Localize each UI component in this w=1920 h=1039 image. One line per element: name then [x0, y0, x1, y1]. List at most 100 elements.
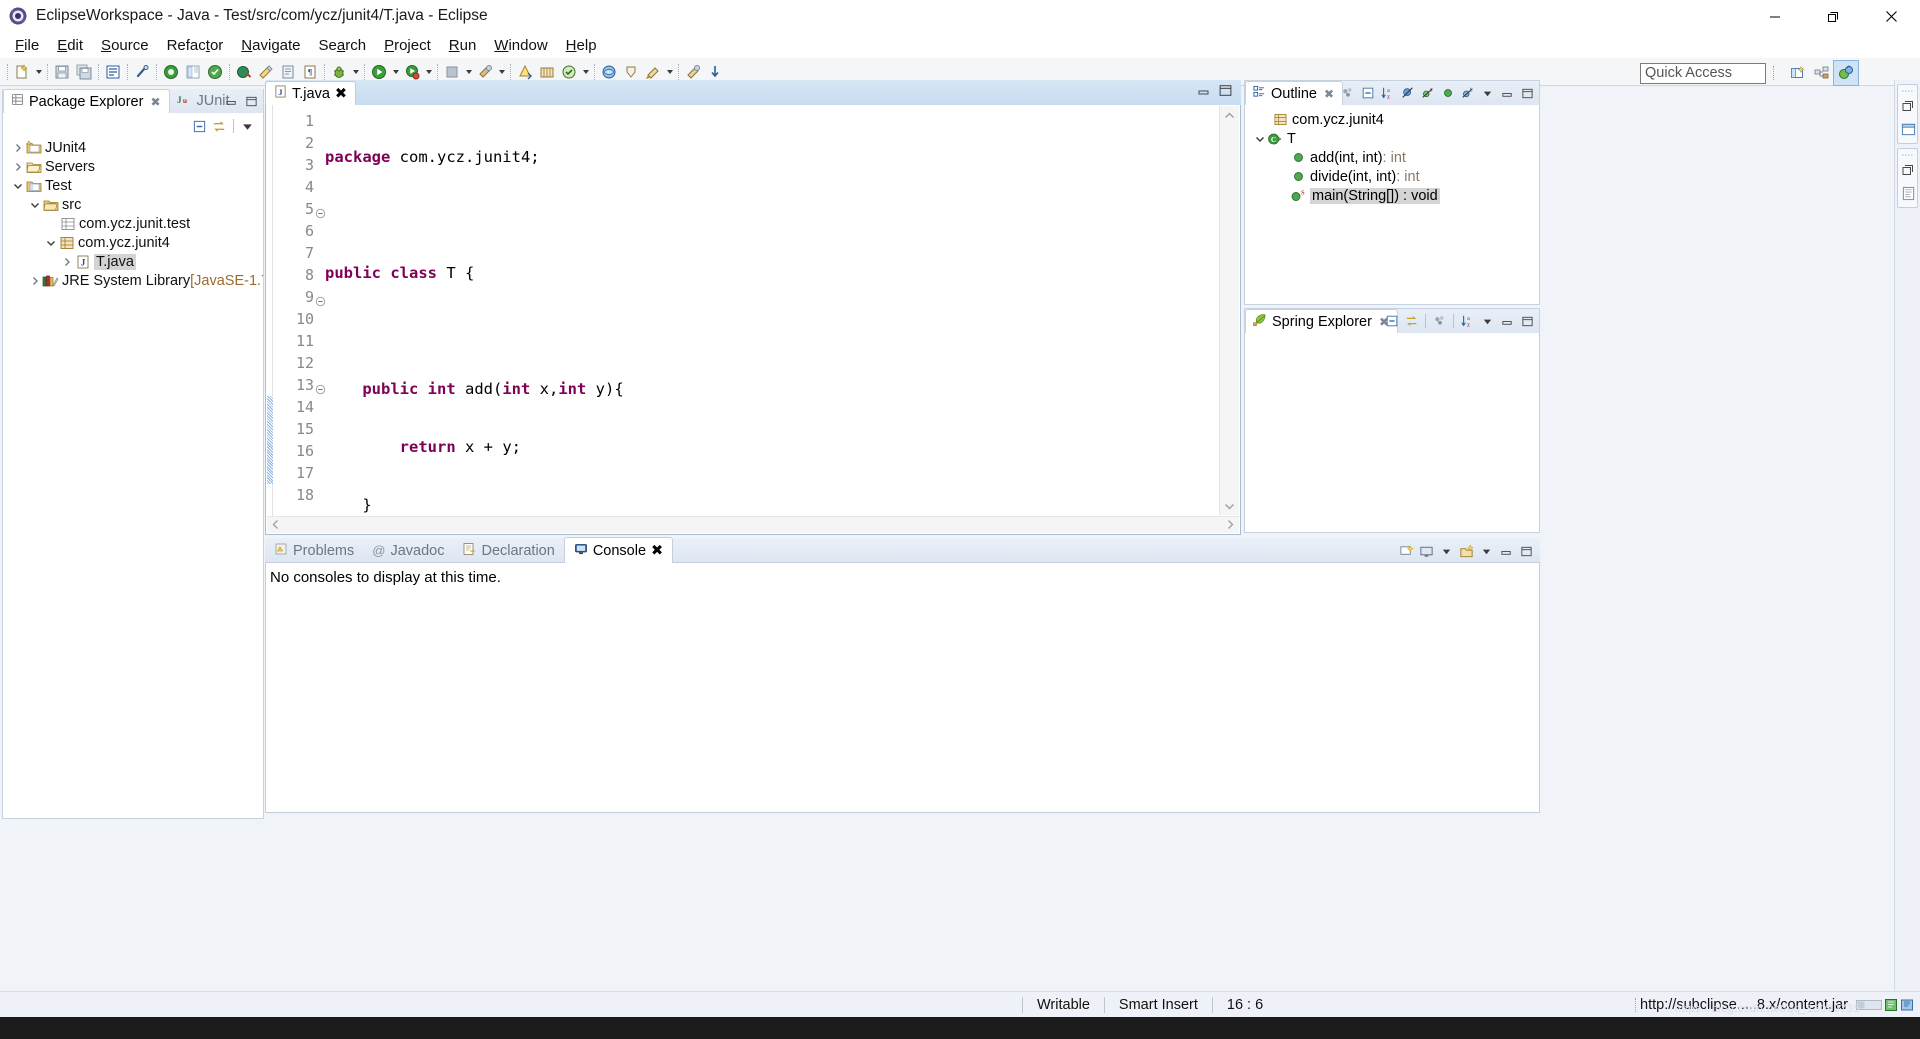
new-java-project-icon[interactable] — [182, 61, 204, 83]
tree-item-src[interactable]: src — [3, 195, 263, 214]
debug-dropdown[interactable] — [350, 62, 361, 82]
collapse-all-icon[interactable] — [1358, 84, 1377, 103]
restore-icon[interactable] — [1898, 95, 1918, 117]
menu-run[interactable]: Run — [440, 35, 486, 56]
chevron-right-icon[interactable] — [28, 274, 42, 288]
display-selected-console-icon[interactable] — [1417, 542, 1436, 561]
view-menu-icon[interactable] — [238, 117, 257, 136]
sort-icon[interactable]: a z — [1378, 84, 1397, 103]
console-output[interactable]: No consoles to display at this time. — [265, 563, 1540, 813]
tree-item-package-junit-test[interactable]: com.ycz.junit.test — [3, 214, 263, 233]
package-explorer-tree[interactable]: JUnit4 Servers Test src com.ycz.junit.te… — [3, 136, 263, 818]
chevron-right-icon[interactable] — [11, 160, 25, 174]
chevron-down-icon[interactable] — [28, 198, 42, 212]
maximize-icon[interactable] — [1517, 542, 1536, 561]
menu-search[interactable]: Search — [310, 35, 376, 56]
collapse-all-icon[interactable] — [1382, 312, 1401, 331]
tree-item-test[interactable]: Test — [3, 176, 263, 195]
outline-item-class-t[interactable]: C T — [1245, 129, 1539, 148]
tab-problems[interactable]: Problems — [265, 538, 363, 563]
new-wizard-icon[interactable] — [11, 61, 33, 83]
minimize-icon[interactable] — [1497, 542, 1516, 561]
java-perspective-icon[interactable] — [1810, 61, 1834, 85]
editor-source-text[interactable]: package com.ycz.junit4; public class T {… — [321, 105, 1218, 516]
outline-item-package[interactable]: com.ycz.junit4 — [1245, 110, 1539, 129]
new-wizard-dropdown[interactable] — [33, 62, 44, 82]
close-icon[interactable]: ✖ — [651, 543, 663, 559]
editor-body[interactable]: 1 2 3 4 5 6 7 8 9 10 11 12 13 14 15 16 1… — [265, 105, 1241, 535]
hide-static-icon[interactable]: s — [1418, 84, 1437, 103]
restore-icon[interactable] — [1898, 159, 1918, 181]
open-perspective-icon[interactable] — [1786, 61, 1810, 85]
menu-source[interactable]: Source — [92, 35, 158, 56]
run-dropdown[interactable] — [390, 62, 401, 82]
maximize-icon[interactable] — [1518, 312, 1537, 331]
scroll-right-icon[interactable] — [1226, 517, 1235, 534]
scroll-left-icon[interactable] — [271, 517, 280, 534]
menu-file[interactable]: File — [6, 35, 48, 56]
hide-fields-icon[interactable] — [1398, 84, 1417, 103]
chevron-down-icon[interactable] — [1437, 542, 1456, 561]
chevron-right-icon[interactable] — [60, 255, 74, 269]
tab-declaration[interactable]: Declaration — [453, 538, 563, 563]
heap-status-icon[interactable] — [1885, 998, 1897, 1012]
minimize-icon[interactable] — [1498, 84, 1517, 103]
tab-console[interactable]: Console ✖ — [563, 537, 674, 563]
drag-grip[interactable] — [1898, 151, 1917, 158]
chevron-down-icon[interactable] — [44, 236, 58, 250]
link-with-editor-icon[interactable] — [1402, 312, 1421, 331]
menu-refactor[interactable]: Refactor — [158, 35, 233, 56]
new-package-icon[interactable] — [204, 61, 226, 83]
external-tools-dropdown[interactable] — [496, 62, 507, 82]
run-coverage-dropdown[interactable] — [423, 62, 434, 82]
outline-tree[interactable]: com.ycz.junit4 C T add(int, int): int d… — [1245, 106, 1539, 304]
open-perspective-dropdown[interactable] — [664, 62, 675, 82]
last-edit-dropdown[interactable] — [580, 62, 591, 82]
close-icon[interactable]: ✖ — [150, 95, 160, 109]
debug-perspective-icon[interactable] — [1833, 60, 1859, 86]
tab-javadoc[interactable]: @ Javadoc — [363, 538, 453, 563]
close-icon[interactable]: ✖ — [335, 86, 347, 102]
chevron-down-icon[interactable] — [11, 179, 25, 193]
view-menu-icon[interactable] — [1478, 312, 1497, 331]
focus-on-active-task-icon[interactable] — [1338, 84, 1357, 103]
open-console-icon[interactable] — [1457, 542, 1476, 561]
close-icon[interactable]: ✖ — [1324, 87, 1334, 101]
link-icon[interactable] — [131, 61, 153, 83]
toggle-breadcrumb-icon[interactable] — [102, 61, 124, 83]
tab-outline[interactable]: Outline ✖ — [1245, 81, 1344, 105]
outline-item-divide[interactable]: divide(int, int) : int — [1245, 167, 1539, 186]
scroll-down-icon[interactable] — [1220, 497, 1239, 515]
minimize-icon[interactable] — [1197, 84, 1211, 102]
minimize-button[interactable] — [1746, 0, 1804, 33]
link-with-editor-icon[interactable] — [210, 117, 229, 136]
outline-item-main[interactable]: S main(String[]) : void — [1245, 186, 1539, 205]
hide-public-icon[interactable] — [1438, 84, 1457, 103]
view-menu-icon[interactable] — [1478, 84, 1497, 103]
gc-icon[interactable] — [1900, 998, 1914, 1012]
tree-item-servers[interactable]: Servers — [3, 157, 263, 176]
restore-button[interactable] — [1804, 0, 1862, 33]
editor-tab-t-java[interactable]: J T.java ✖ — [265, 81, 357, 105]
view-menu-icon[interactable] — [1477, 542, 1496, 561]
tab-package-explorer[interactable]: Package Explorer ✖ — [3, 89, 170, 113]
tree-item-junit4[interactable]: JUnit4 — [3, 138, 263, 157]
maximize-icon[interactable] — [1218, 83, 1233, 102]
tree-item-jre-system-library[interactable]: JRE System Library [JavaSE-1.7] — [3, 271, 263, 290]
save-icon[interactable] — [51, 61, 73, 83]
editor-vertical-scrollbar[interactable] — [1219, 106, 1239, 515]
hide-local-types-icon[interactable]: L — [1458, 84, 1477, 103]
spring-explorer-view-icon[interactable] — [1898, 182, 1918, 204]
spring-explorer-tree[interactable] — [1245, 334, 1539, 532]
quick-access-input[interactable]: Quick Access — [1640, 62, 1766, 84]
outline-item-add[interactable]: add(int, int) : int — [1245, 148, 1539, 167]
minimize-icon[interactable] — [222, 92, 241, 111]
scroll-up-icon[interactable] — [1220, 106, 1239, 124]
open-type-icon[interactable] — [233, 61, 255, 83]
sort-icon[interactable]: a z — [1458, 312, 1477, 331]
menu-help[interactable]: Help — [557, 35, 606, 56]
tree-item-t-java[interactable]: J T.java — [3, 252, 263, 271]
menu-edit[interactable]: Edit — [48, 35, 92, 56]
save-all-icon[interactable] — [73, 61, 95, 83]
chevron-right-icon[interactable] — [11, 141, 25, 155]
